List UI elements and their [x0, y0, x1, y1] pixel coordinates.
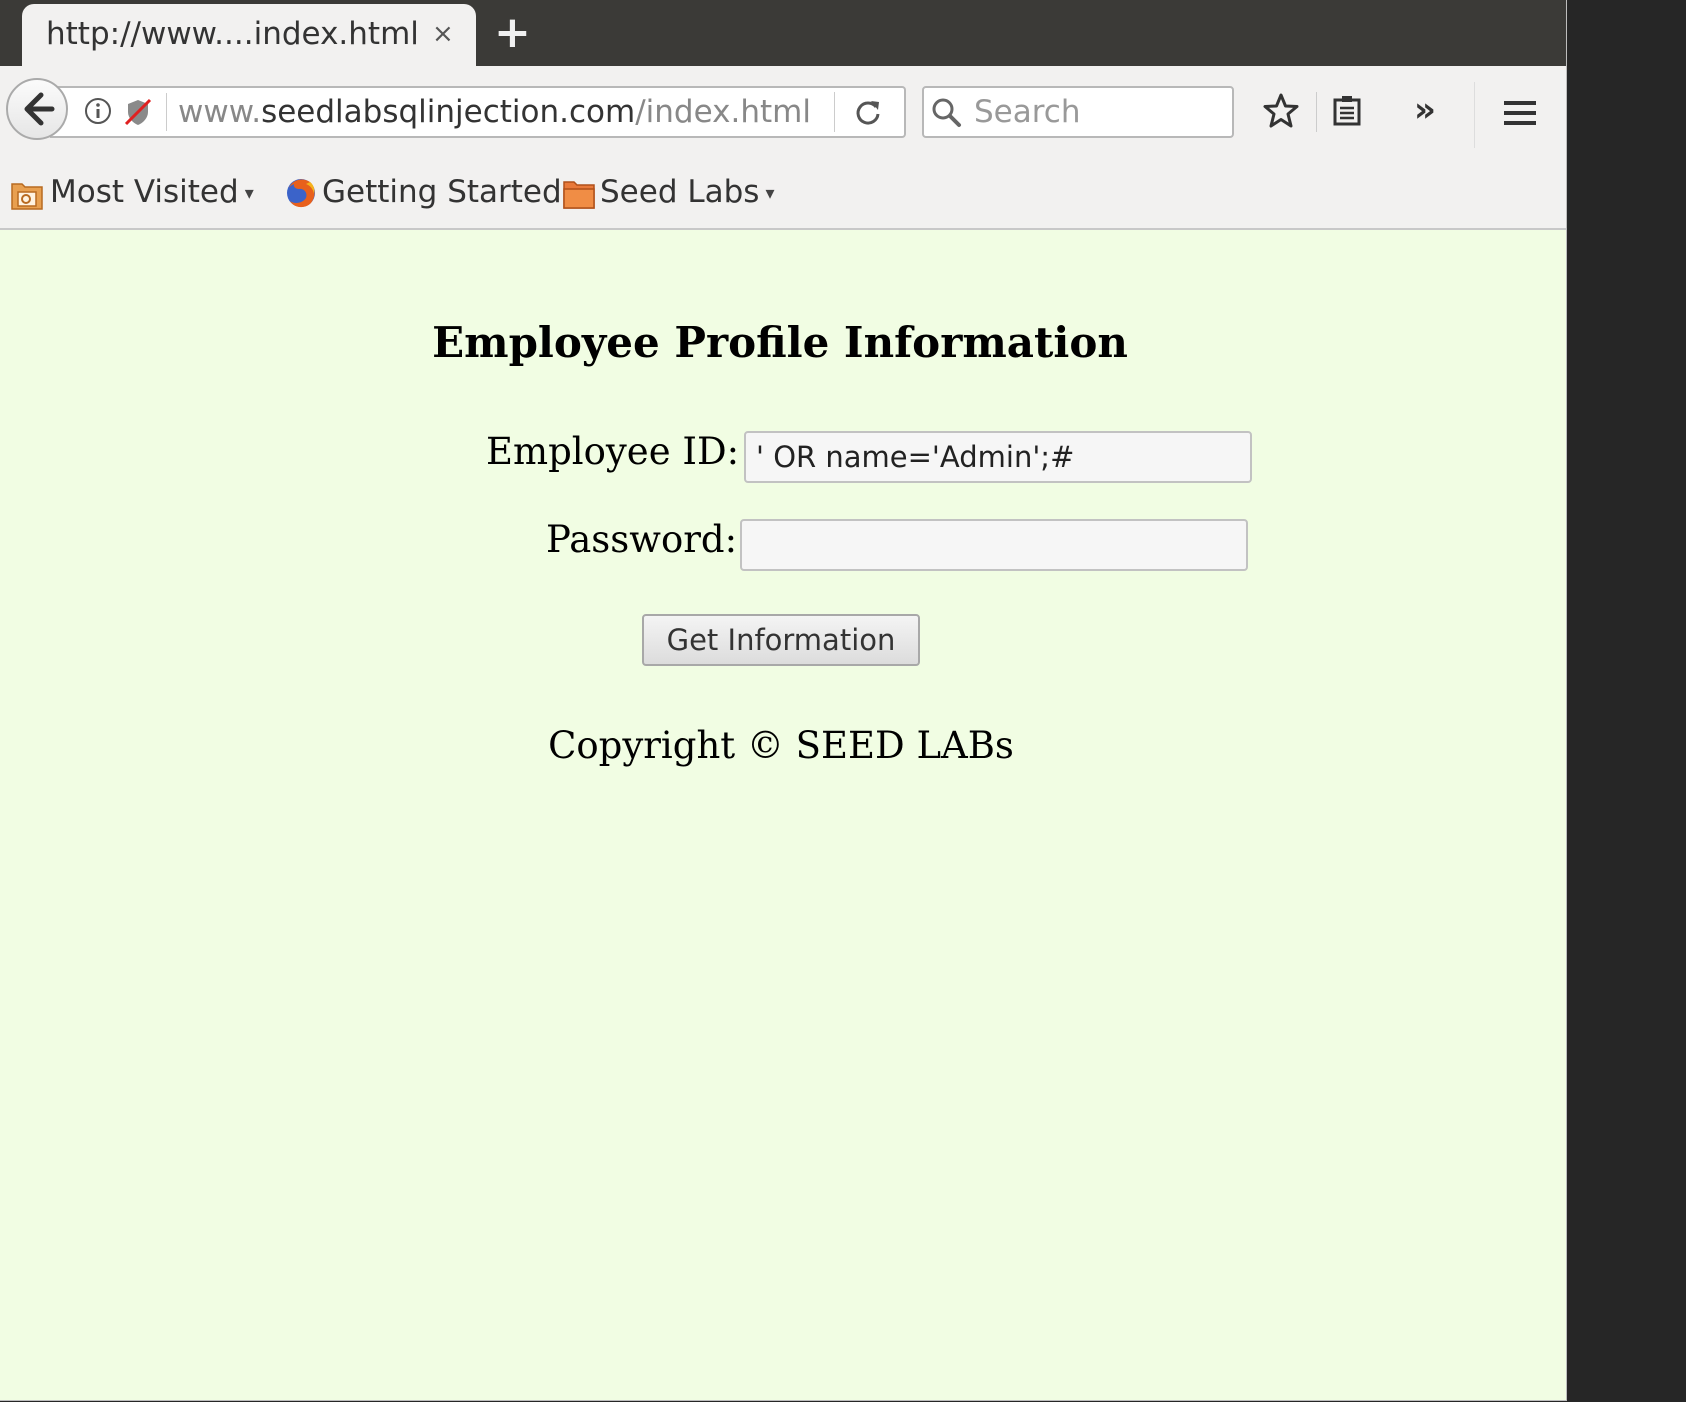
employee-id-label: Employee ID: [486, 430, 740, 473]
dropdown-caret-icon: ▾ [244, 183, 254, 204]
bookmark-getting-started[interactable]: Getting Started [322, 174, 562, 210]
back-button[interactable] [6, 78, 68, 140]
bookmark-label: Most Visited [50, 174, 239, 210]
url-prefix: www. [178, 94, 262, 130]
password-label: Password: [546, 518, 738, 561]
reload-icon[interactable] [852, 96, 884, 128]
copyright-footer: Copyright © SEED LABs [548, 724, 1014, 767]
smart-folder-icon [11, 183, 43, 210]
active-tab[interactable]: http://www....index.html × [22, 4, 476, 66]
search-placeholder: Search [974, 94, 1081, 130]
browser-window: http://www....index.html × + www.seedlab… [0, 0, 1567, 1401]
close-tab-icon[interactable]: × [432, 18, 454, 50]
tab-strip: http://www....index.html × + [0, 0, 1566, 66]
url-right-separator [834, 92, 835, 132]
page-title: Employee Profile Information [432, 318, 1128, 367]
password-input[interactable] [740, 519, 1248, 571]
navigation-bar: www.seedlabsqlinjection.com/index.html S… [0, 66, 1566, 160]
employee-id-input[interactable]: ' OR name='Admin';# [744, 431, 1252, 483]
toolbar-separator [1474, 82, 1475, 148]
tab-title: http://www....index.html [46, 16, 419, 52]
get-information-button[interactable]: Get Information [642, 614, 920, 666]
info-icon[interactable] [84, 97, 112, 125]
bookmarks-toolbar: Most Visited ▾ Getting Started Seed Labs ▾ [0, 160, 1566, 230]
overflow-chevron-icon[interactable]: » [1414, 90, 1436, 130]
firefox-icon [287, 179, 315, 208]
dropdown-caret-icon: ▾ [765, 183, 775, 204]
url-text[interactable]: www.seedlabsqlinjection.com/index.html [178, 94, 811, 130]
hamburger-menu-icon[interactable] [1502, 96, 1538, 130]
back-arrow-icon [24, 92, 55, 126]
page-content: Employee Profile Information Employee ID… [0, 230, 1566, 1400]
toolbar-separator [1316, 92, 1317, 132]
tracking-protection-off-icon[interactable] [122, 96, 154, 128]
bookmark-star-icon[interactable] [1262, 92, 1300, 130]
bookmark-seed-labs[interactable]: Seed Labs ▾ [600, 174, 775, 210]
search-icon [932, 98, 961, 127]
folder-icon [563, 181, 595, 209]
bookmark-label: Seed Labs [600, 174, 760, 210]
bookmark-most-visited[interactable]: Most Visited ▾ [50, 174, 254, 210]
url-separator [166, 93, 167, 131]
new-tab-icon[interactable]: + [494, 6, 531, 60]
bookmark-label: Getting Started [322, 174, 562, 210]
url-path: /index.html [635, 94, 811, 130]
reading-list-icon[interactable] [1330, 94, 1364, 128]
url-host: seedlabsqlinjection.com [261, 94, 636, 130]
